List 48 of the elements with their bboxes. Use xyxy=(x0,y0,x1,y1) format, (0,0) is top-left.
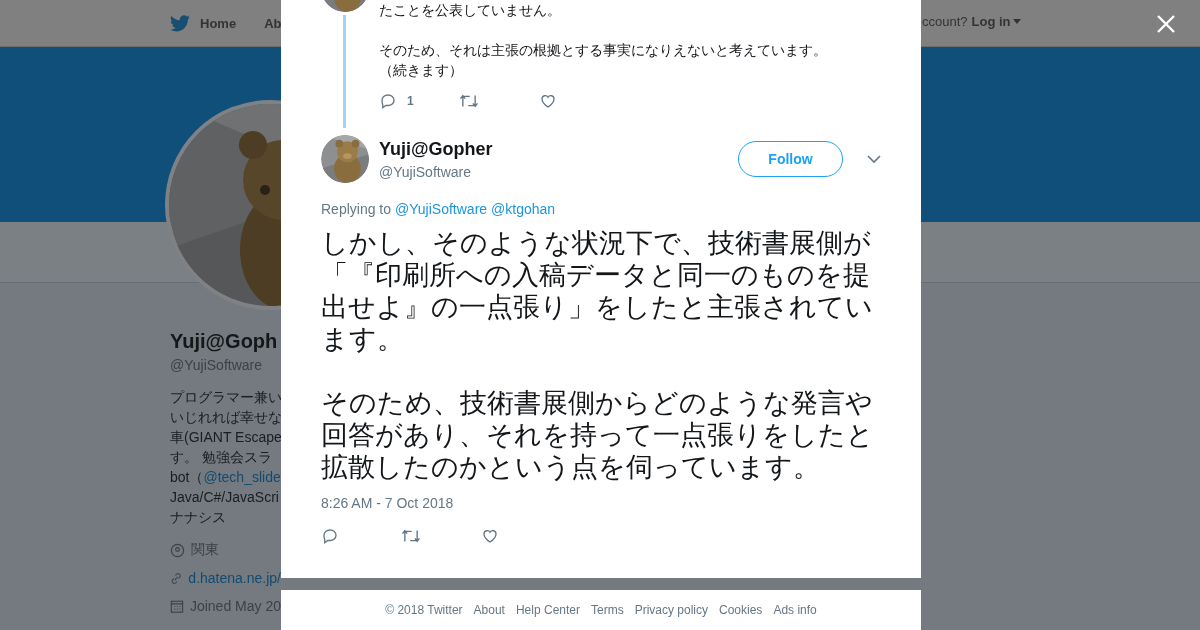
tweet-text: しかし、そのような状況下で、技術書展側が「『印刷所への入稿データと同一のものを提出せよ』の一点張り」をしたと主張されています。 xyxy=(321,227,874,355)
caret-icon[interactable] xyxy=(1012,19,1021,24)
bio-line: す。 勉強会スラ xyxy=(170,448,273,467)
replying-label: Replying to xyxy=(321,201,392,217)
footer-link[interactable]: About xyxy=(473,603,505,617)
login-link[interactable]: Log in xyxy=(971,14,1021,29)
bio-line: いじれれば幸せな xyxy=(170,408,281,427)
mention-link[interactable]: @ktgohan xyxy=(491,201,556,217)
bio-line: プログラマー兼い xyxy=(170,388,281,407)
account-prompt: ccount? xyxy=(922,14,968,29)
footer-link[interactable]: Privacy policy xyxy=(634,603,708,617)
author-name[interactable]: Yuji@Gopher xyxy=(379,138,728,160)
tweet-timestamp[interactable]: 8:26 AM - 7 Oct 2018 xyxy=(281,483,921,511)
profile-handle: @YujiSoftware xyxy=(170,357,264,373)
bio-line: Java/C#/JavaScri xyxy=(170,488,280,507)
tweet-text-line: そのため、それは主張の根拠とする事実になりえないと考えています。 xyxy=(379,41,828,60)
heart-icon[interactable] xyxy=(539,92,557,110)
footer-link[interactable]: Terms xyxy=(591,603,624,617)
retweet-icon[interactable] xyxy=(401,527,421,545)
tweet-text-line: たことを公表していません。 xyxy=(379,1,562,20)
chevron-down-icon[interactable] xyxy=(867,154,881,164)
link-icon xyxy=(170,570,183,586)
author-handle[interactable]: @YujiSoftware xyxy=(379,163,728,180)
footer-link[interactable]: Cookies xyxy=(719,603,763,617)
tweet-text: そのため、技術書展側からどのような発言や回答があり、それを持って一点張りをしたと拡散したのかという点を伺っています。 xyxy=(321,387,875,483)
profile-name: Yuji@Goph xyxy=(170,330,279,353)
joined-date: Joined May 20 xyxy=(189,598,281,614)
footer-link[interactable]: © 2018 Twitter xyxy=(385,603,463,617)
footer-link[interactable]: Ads info xyxy=(773,603,817,617)
reply-count: 1 xyxy=(407,94,414,108)
nav-link[interactable]: Home xyxy=(200,15,237,31)
footer-link[interactable]: Help Center xyxy=(515,603,580,617)
reply-icon[interactable] xyxy=(321,527,339,545)
follow-button[interactable]: Follow xyxy=(738,141,843,177)
profile-location: 関東 xyxy=(191,541,219,559)
nav-link[interactable]: Ab xyxy=(264,15,281,31)
calendar-icon xyxy=(170,598,184,614)
mention-link[interactable]: @YujiSoftware xyxy=(395,201,488,217)
tweet-text-line: （続きます） xyxy=(379,61,464,80)
bio-line: 車(GIANT Escape xyxy=(170,428,281,447)
heart-icon[interactable] xyxy=(481,527,499,545)
close-icon[interactable] xyxy=(1156,14,1176,34)
reply-icon[interactable] xyxy=(379,92,397,110)
bio-line: bot（@tech_slide xyxy=(170,468,281,487)
bird-logo-icon[interactable] xyxy=(170,14,190,32)
bio-line: ナナシス xyxy=(170,508,227,527)
location-pin-icon xyxy=(170,542,185,558)
retweet-icon[interactable] xyxy=(459,92,479,110)
